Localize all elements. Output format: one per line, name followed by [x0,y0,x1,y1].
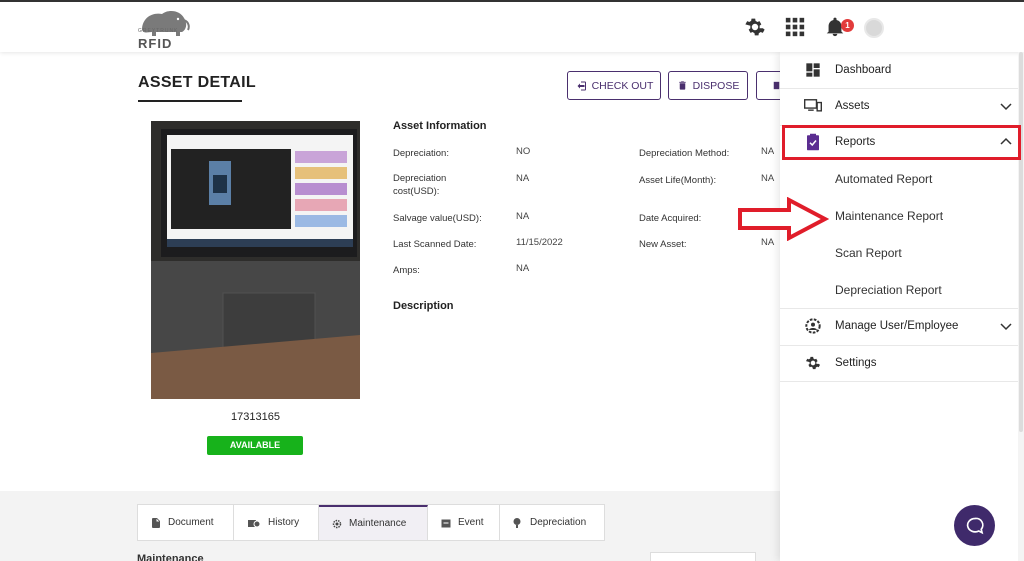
tab-label: Document [168,517,214,528]
report-depreciation[interactable]: Depreciation Report [835,283,942,297]
chevron-down-icon [1000,323,1012,331]
tab-label: History [268,517,300,528]
chat-support-button[interactable] [954,505,995,546]
sidebar-item-label: Assets [835,100,870,112]
laptop-photo [151,121,360,399]
info-label: Amps: [393,265,420,276]
sidebar-item-manage-users[interactable]: Manage User/Employee [780,308,1024,344]
asset-id: 17313165 [231,411,280,423]
check-out-button[interactable]: CHECK OUT [567,71,661,100]
sidebar-menu: Dashboard Assets Reports Automated Repor… [780,52,1024,561]
apps-grid-icon[interactable] [784,16,806,38]
info-label: Asset Life(Month): [639,175,717,186]
sidebar-item-label: Manage User/Employee [835,320,959,332]
description-heading: Description [393,300,454,312]
chevron-up-icon [1000,137,1012,145]
top-header: GREYTRUNK RFID 1 [0,0,1024,52]
asset-information-heading: Asset Information [393,120,487,132]
sidebar-item-label: Settings [835,357,877,369]
info-label: Salvage value(USD): [393,213,482,224]
report-maintenance[interactable]: Maintenance Report [835,209,943,223]
info-label: Depreciation Method: [639,148,730,159]
info-value: NA [516,173,530,184]
tab-maintenance[interactable]: Maintenance [319,505,428,540]
sidebar-item-label: Reports [835,136,876,148]
sidebar-item-settings[interactable]: Settings [780,345,1024,381]
trash-icon [678,81,686,90]
info-label: Depreciation cost(USD): [393,173,447,197]
dashboard-icon [804,61,822,79]
event-icon [441,519,451,527]
tab-label: Depreciation [530,517,587,528]
asset-photo [151,121,360,399]
info-label: New Asset: [639,239,687,250]
info-value: NO [516,146,531,157]
settings-gear-icon[interactable] [744,16,766,38]
chat-bubble-icon [966,517,984,534]
gear-icon [804,354,822,372]
scrollbar-thumb[interactable] [1019,52,1023,432]
report-scan[interactable]: Scan Report [835,246,902,260]
maintenance-section-heading: Maintenance [137,553,204,561]
info-value: 11/15/2022 [516,237,563,248]
page-title: ASSET DETAIL [138,74,256,91]
red-arrow-annotation [738,197,829,241]
info-value: NA [516,263,530,274]
detail-tabs: Document History Maintenance Event Depre… [137,504,605,541]
maintenance-control[interactable] [650,552,756,561]
info-value: NA [761,173,775,184]
depreciation-icon [513,517,521,528]
clipboard-icon [804,133,822,151]
sign-out-icon [577,81,586,90]
sidebar-item-assets[interactable]: Assets [780,88,1024,124]
notification-badge: 1 [841,19,854,32]
title-underline [138,100,242,102]
tab-document[interactable]: Document [138,505,234,540]
info-label: Date Acquired: [639,213,702,224]
logo-tagline: GREYTRUNK [138,28,179,34]
monitor-icon [804,97,822,115]
info-value: NA [761,146,775,157]
info-value: NA [516,211,530,222]
user-gear-icon [804,317,822,335]
dispose-label: DISPOSE [692,79,740,92]
status-badge: AVAILABLE [207,436,303,455]
maintenance-icon [332,519,342,528]
sidebar-item-reports[interactable]: Reports [780,124,1024,160]
sidebar-item-dashboard[interactable]: Dashboard [780,52,1024,88]
dispose-button[interactable]: DISPOSE [668,71,748,100]
divider [780,381,1024,382]
document-icon [152,517,160,528]
info-label: Depreciation: [393,148,449,159]
tab-event[interactable]: Event [428,505,500,540]
history-icon [248,519,261,527]
user-avatar[interactable] [864,18,884,38]
logo-name: RFID [138,36,173,51]
chevron-down-icon [1000,103,1012,111]
tab-label: Maintenance [349,518,407,529]
tab-depreciation[interactable]: Depreciation [500,505,604,540]
check-out-label: CHECK OUT [591,79,654,92]
tab-label: Event [458,517,484,528]
sidebar-item-label: Dashboard [835,64,892,76]
info-label: Last Scanned Date: [393,239,477,250]
tab-history[interactable]: History [234,505,319,540]
report-automated[interactable]: Automated Report [835,172,932,186]
